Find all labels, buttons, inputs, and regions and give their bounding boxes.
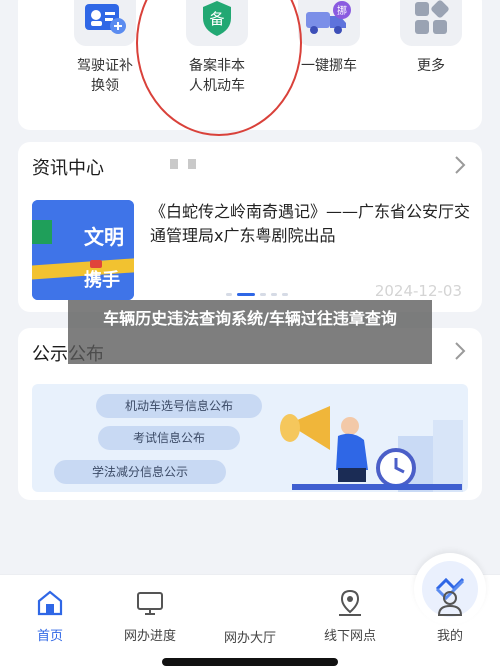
news-thumbnail[interactable]: 文明 携手: [32, 200, 134, 300]
nav-profile[interactable]: 我的: [400, 575, 500, 644]
home-icon: [0, 583, 100, 623]
news-date: 2024-12-03: [374, 282, 462, 300]
nav-online-hall[interactable]: 网办大厅: [200, 553, 486, 646]
move-car-icon: 挪: [298, 0, 360, 46]
announcement-banner[interactable]: 机动车选号信息公布 考试信息公布 学法减分信息公示: [32, 384, 468, 492]
notice-pill-plate-selection[interactable]: 机动车选号信息公布: [96, 394, 262, 418]
nav-home[interactable]: 首页: [0, 575, 100, 644]
nav-label: 线下网点: [323, 629, 376, 644]
more-grid-icon: [400, 0, 462, 46]
location-pin-icon: [300, 583, 400, 623]
chevron-right-icon[interactable]: [454, 341, 466, 361]
page-caption-overlay: 车辆历史违法查询系统/车辆过往违章查询: [68, 300, 432, 364]
carousel-indicator: [226, 293, 288, 296]
monitor-icon: [100, 583, 200, 623]
megaphone-illustration-icon: [280, 406, 463, 492]
quick-services-card: 驾驶证补 换领 备 备案非本 人机动车 挪 一键挪车 更多: [18, 0, 482, 136]
notice-pill-point-reduction[interactable]: 学法减分信息公示: [54, 460, 226, 484]
nav-label: 网办进度: [123, 629, 176, 644]
nav-label: 首页: [36, 629, 63, 644]
news-section-title: 资讯中心: [32, 158, 104, 179]
service-badge-text: 挪: [337, 4, 347, 17]
chevron-right-icon[interactable]: [454, 155, 466, 175]
nav-label: 网办大厅: [223, 631, 276, 646]
news-headline[interactable]: 《白蛇传之岭南奇遇记》——广东省公安厅交通管理局x广东粤剧院出品: [150, 200, 470, 248]
nav-offline-outlets[interactable]: 线下网点: [300, 575, 400, 644]
bottom-navigation: 首页 网办进度 网办大厅 线下网点 我的: [0, 553, 500, 666]
license-reissue-icon: [74, 0, 136, 46]
service-more[interactable]: 更多: [376, 0, 486, 76]
nav-progress[interactable]: 网办进度: [100, 575, 200, 644]
notice-pill-exam-info[interactable]: 考试信息公布: [98, 426, 240, 450]
news-center-card[interactable]: 资讯中心 文明 携手 《白蛇传之岭南奇遇记》——广东省公安厅交通管理局x广东粤剧…: [18, 142, 482, 312]
user-icon: [400, 583, 500, 623]
thumbnail-text: 携手: [84, 269, 120, 291]
service-label: 更多: [417, 58, 445, 74]
thumbnail-text: 文明: [84, 225, 124, 249]
highlight-circle-annotation: [136, 0, 302, 136]
home-indicator-bar: [162, 658, 338, 666]
loading-marks: [170, 159, 196, 169]
nav-label: 我的: [436, 629, 463, 644]
